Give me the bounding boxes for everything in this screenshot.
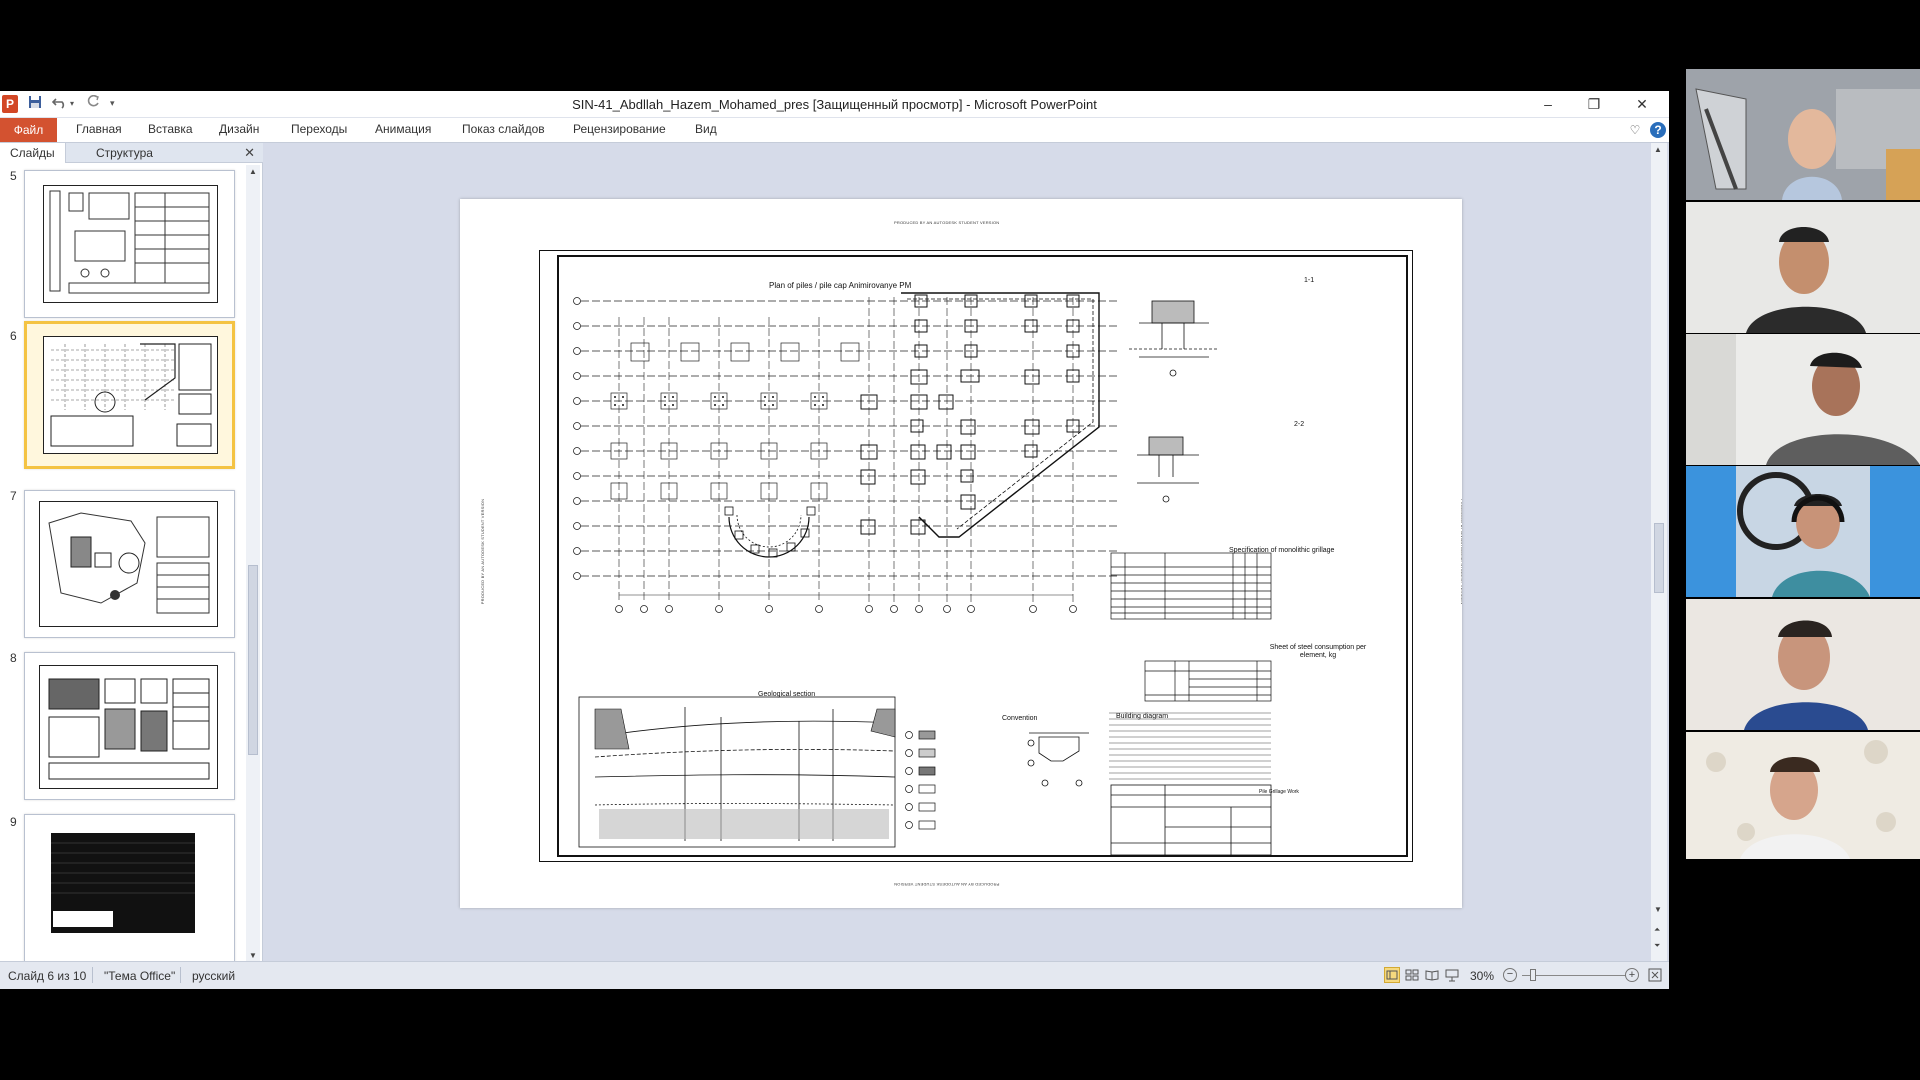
tab-slideshow[interactable]: Показ слайдов [462, 122, 545, 136]
fit-to-window-icon[interactable] [1648, 968, 1662, 987]
slide-editor-area: PRODUCED BY AN AUTODESK STUDENT VERSION … [268, 143, 1648, 961]
pane-tabs: Слайды Структура ✕ [0, 143, 263, 163]
title-bar: P ▾ ▾ SIN-41_Abdllah_Hazem_Mohamed_pres … [0, 91, 1669, 118]
participant-video-2[interactable] [1686, 202, 1920, 333]
watermark-left: PRODUCED BY AN AUTODESK STUDENT VERSION [480, 498, 486, 605]
participant-video-3[interactable] [1686, 334, 1920, 465]
tab-animations[interactable]: Анимация [375, 122, 431, 136]
status-bar: Слайд 6 из 10 "Тема Office" русский 30% … [0, 961, 1669, 989]
minimize-button[interactable]: – [1530, 93, 1566, 115]
thumb-number: 7 [10, 489, 17, 503]
language-indicator[interactable]: русский [192, 969, 235, 983]
zoom-slider-track[interactable] [1522, 975, 1626, 976]
thumbnails-scroll-thumb[interactable] [248, 565, 258, 755]
zoom-slider-thumb[interactable] [1530, 969, 1536, 981]
scroll-up-icon[interactable]: ▲ [1654, 145, 1662, 154]
restore-button[interactable]: ❐ [1576, 93, 1612, 115]
close-button[interactable]: ✕ [1624, 93, 1660, 115]
tab-outline[interactable]: Структура [96, 146, 153, 160]
close-pane-icon[interactable]: ✕ [244, 145, 255, 161]
powerpoint-window: P ▾ ▾ SIN-41_Abdllah_Hazem_Mohamed_pres … [0, 91, 1669, 989]
scroll-up-icon[interactable]: ▲ [249, 167, 257, 176]
slide-thumbnail-7[interactable] [24, 490, 235, 638]
participant-video-4[interactable] [1686, 466, 1920, 597]
slide-scrollbar[interactable]: ▲ ▼ ⏶ ⏷ [1651, 143, 1667, 961]
pile-plan-drawing [573, 292, 1272, 856]
normal-view-button[interactable] [1384, 967, 1400, 983]
scroll-down-icon[interactable]: ▼ [249, 951, 257, 960]
participant-video-5[interactable] [1686, 599, 1920, 730]
slide-thumbnail-6[interactable] [24, 321, 235, 469]
tab-transitions[interactable]: Переходы [291, 122, 347, 136]
window-title: SIN-41_Abdllah_Hazem_Mohamed_pres [Защищ… [572, 97, 1097, 112]
slideshow-view-button[interactable] [1445, 968, 1459, 987]
reading-view-button[interactable] [1425, 968, 1439, 987]
slide-thumbnail-5[interactable] [24, 170, 235, 318]
thumb-number: 5 [10, 169, 17, 183]
tab-design[interactable]: Дизайн [219, 122, 259, 136]
help-icon[interactable]: ? [1650, 122, 1666, 138]
zoom-level[interactable]: 30% [1470, 969, 1494, 983]
tab-view[interactable]: Вид [695, 122, 717, 136]
tab-slides[interactable]: Слайды [0, 143, 66, 163]
drawing-frame: Plan of piles / pile cap Animirovanye PM… [557, 255, 1408, 857]
slide-thumbnail-8[interactable] [24, 652, 235, 800]
zoom-out-button[interactable]: − [1503, 968, 1517, 982]
tab-file[interactable]: Файл [0, 118, 57, 142]
thumb-number: 9 [10, 815, 17, 829]
scroll-down-icon[interactable]: ▼ [1654, 905, 1662, 914]
slide-counter: Слайд 6 из 10 [8, 969, 87, 983]
slide-scroll-thumb[interactable] [1654, 523, 1664, 593]
participant-video-1[interactable] [1686, 69, 1920, 200]
drawing-sheet: Plan of piles / pile cap Animirovanye PM… [539, 250, 1413, 862]
tab-review[interactable]: Рецензирование [573, 122, 666, 136]
previous-slide-icon[interactable]: ⏶ [1654, 925, 1660, 935]
thumb-number: 6 [10, 329, 17, 343]
tab-home[interactable]: Главная [76, 122, 122, 136]
current-slide[interactable]: PRODUCED BY AN AUTODESK STUDENT VERSION … [460, 199, 1462, 908]
slide-thumbnail-9[interactable] [24, 814, 235, 962]
slides-pane: Слайды Структура ✕ 5 6 7 8 9 ▲ ▼ [0, 143, 263, 962]
expand-ribbon-icon[interactable]: ♡ [1627, 122, 1643, 138]
watermark-top: PRODUCED BY AN AUTODESK STUDENT VERSION [894, 220, 1000, 225]
zoom-in-button[interactable]: + [1625, 968, 1639, 982]
thumb-number: 8 [10, 651, 17, 665]
tab-insert[interactable]: Вставка [148, 122, 193, 136]
slide-sorter-view-button[interactable] [1405, 968, 1419, 987]
watermark-right: PRODUCED BY AN AUTODESK STUDENT VERSION [1460, 499, 1462, 604]
watermark-bottom: PRODUCED BY AN AUTODESK STUDENT VERSION [894, 882, 1000, 887]
thumbnails-scrollbar[interactable]: ▲ ▼ [246, 165, 260, 961]
next-slide-icon[interactable]: ⏷ [1654, 941, 1660, 951]
participant-video-6[interactable] [1686, 732, 1920, 859]
ribbon-tabs: Файл Главная Вставка Дизайн Переходы Ани… [0, 118, 1669, 143]
theme-name: "Тема Office" [104, 969, 176, 983]
